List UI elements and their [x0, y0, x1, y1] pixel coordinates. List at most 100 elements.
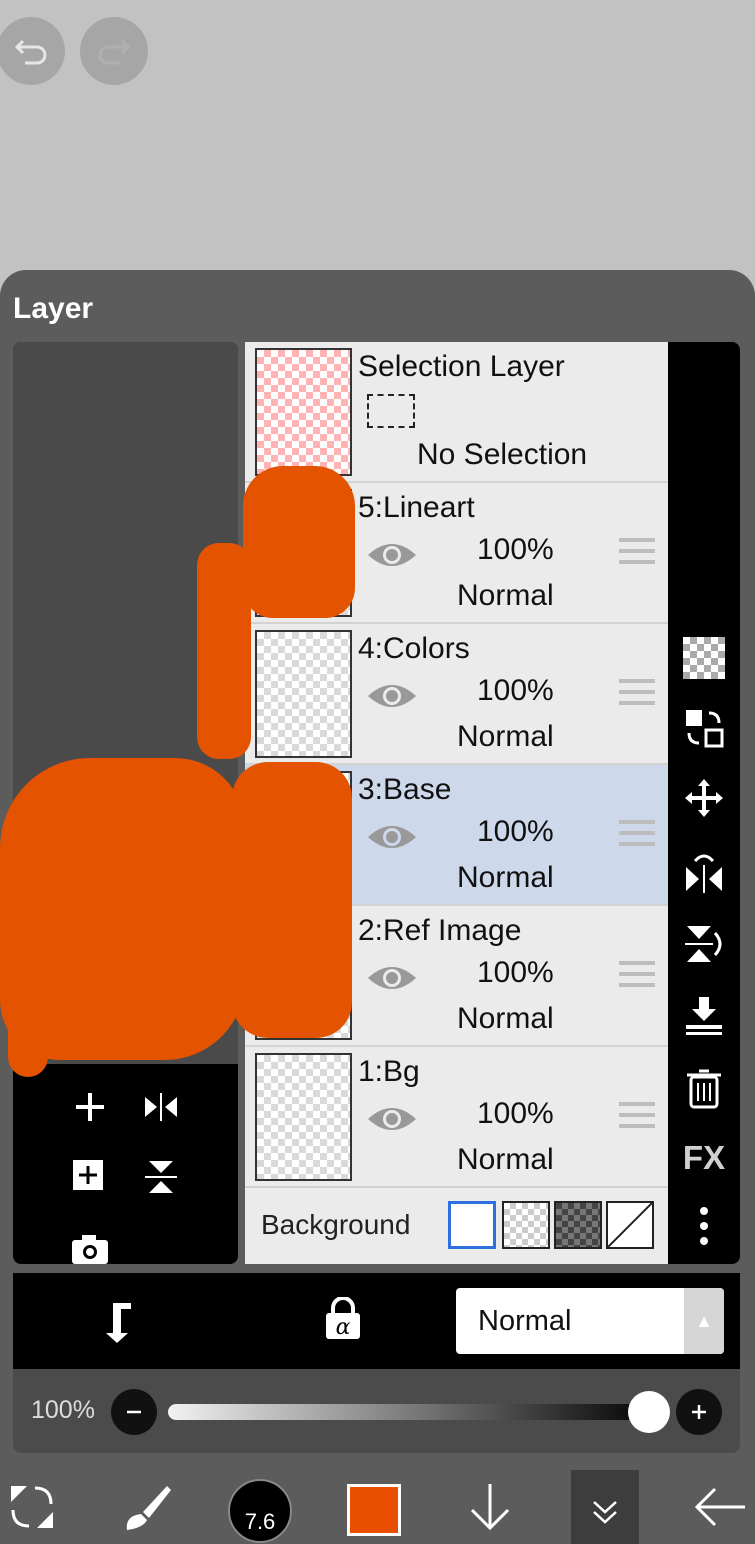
drag-handle-icon[interactable] [619, 538, 655, 570]
flip-layer-vertical-button[interactable] [680, 920, 728, 968]
layer-blend-mode: Normal [457, 1002, 554, 1035]
flip-horizontal-button[interactable] [136, 1082, 186, 1132]
flip-layer-horizontal-button[interactable] [680, 848, 728, 896]
opacity-decrease-button[interactable] [111, 1389, 157, 1435]
layer-row[interactable]: 4:Colors 100% Normal [245, 624, 668, 765]
eye-icon[interactable] [365, 1099, 419, 1139]
color-button[interactable] [347, 1484, 401, 1536]
background-checker-dark-swatch[interactable] [554, 1201, 602, 1249]
selection-layer-thumbnail [255, 348, 352, 476]
selection-layer-name: Selection Layer [358, 350, 565, 383]
layer-name: 3:Base [358, 773, 452, 806]
more-button[interactable] [680, 1202, 728, 1250]
checkerboard-icon [683, 637, 725, 679]
preview-tools [13, 1064, 238, 1264]
svg-text:α: α [336, 1315, 351, 1340]
transparency-button[interactable] [680, 634, 728, 682]
opacity-slider-track[interactable] [168, 1404, 658, 1420]
brush-size-value: 7.6 [244, 1509, 276, 1534]
add-box-icon [73, 1160, 103, 1190]
drag-handle-icon[interactable] [619, 961, 655, 993]
eye-icon[interactable] [365, 535, 419, 575]
back-button[interactable] [690, 1470, 750, 1544]
swap-icon [686, 710, 724, 748]
clipping-arrow-icon [106, 1303, 131, 1343]
paint-overlay [8, 1005, 48, 1077]
eye-icon[interactable] [365, 817, 419, 857]
blend-mode-bar: α Normal ▲ [13, 1273, 740, 1369]
background-none-swatch[interactable] [606, 1201, 654, 1249]
flip-horizontal-icon [145, 1093, 177, 1121]
triangle-up-icon: ▲ [684, 1288, 724, 1354]
selection-status: No Selection [417, 438, 588, 471]
flip-horizontal-icon [686, 854, 722, 893]
flip-vertical-icon [685, 926, 722, 962]
opacity-label: 100% [31, 1396, 95, 1424]
expand-button[interactable] [571, 1470, 639, 1544]
undo-icon [14, 39, 47, 65]
layer-opacity: 100% [477, 1097, 554, 1130]
double-chevron-down-icon [593, 1501, 617, 1524]
add-image-layer-button[interactable] [65, 1152, 115, 1202]
redo-button[interactable] [80, 17, 148, 85]
selection-tool-button[interactable] [4, 1470, 60, 1544]
layer-opacity: 100% [477, 674, 554, 707]
eye-icon[interactable] [365, 676, 419, 716]
blend-mode-value: Normal [478, 1305, 572, 1337]
layer-opacity: 100% [477, 533, 554, 566]
move-button[interactable] [680, 774, 728, 822]
camera-button[interactable] [65, 1224, 115, 1264]
merge-down-button[interactable] [680, 992, 728, 1040]
eye-icon[interactable] [365, 958, 419, 998]
undo-button[interactable] [0, 17, 65, 85]
layer-down-button[interactable] [462, 1470, 518, 1544]
panel-title: Layer [13, 292, 94, 325]
arrow-left-icon [694, 1487, 745, 1527]
delete-layer-button[interactable] [680, 1064, 728, 1112]
side-toolbar: FX [668, 342, 740, 1264]
flip-vertical-icon [145, 1161, 177, 1193]
layer-thumbnail [255, 630, 352, 758]
selection-layer-row[interactable]: Selection Layer No Selection [245, 342, 668, 483]
trash-icon [687, 1069, 721, 1109]
clipping-button[interactable] [101, 1299, 145, 1348]
brush-icon [126, 1486, 171, 1530]
drag-handle-icon[interactable] [619, 820, 655, 852]
opacity-bar: 100% [13, 1369, 740, 1453]
layer-thumbnail [255, 1053, 352, 1181]
layer-blend-mode: Normal [457, 1143, 554, 1176]
drag-handle-icon[interactable] [619, 679, 655, 711]
layer-name: 2:Ref Image [358, 914, 522, 947]
background-white-swatch[interactable] [448, 1201, 496, 1249]
layer-blend-mode: Normal [457, 861, 554, 894]
plus-icon [692, 1405, 706, 1419]
move-icon [685, 779, 723, 817]
flip-vertical-button[interactable] [136, 1152, 186, 1202]
paint-overlay [243, 466, 355, 618]
alpha-lock-button[interactable]: α [323, 1296, 363, 1346]
brush-size-button[interactable]: 7.6 [228, 1479, 292, 1543]
add-layer-button[interactable] [65, 1082, 115, 1132]
camera-icon [72, 1235, 108, 1264]
paint-overlay [232, 762, 352, 1038]
layer-name: 5:Lineart [358, 491, 475, 524]
arrow-down-icon [470, 1484, 510, 1531]
layer-name: 4:Colors [358, 632, 470, 665]
transform-icon [11, 1486, 53, 1528]
brush-tool-button[interactable] [118, 1470, 174, 1544]
paint-overlay [197, 543, 251, 759]
opacity-slider-knob[interactable] [628, 1391, 670, 1433]
merge-down-icon [686, 997, 722, 1035]
background-row: Background [245, 1187, 668, 1264]
layer-opacity: 100% [477, 815, 554, 848]
opacity-increase-button[interactable] [676, 1389, 722, 1435]
swap-layer-button[interactable] [680, 704, 728, 752]
redo-icon [98, 39, 131, 65]
fx-button[interactable]: FX [680, 1134, 728, 1182]
layer-row[interactable]: 1:Bg 100% Normal [245, 1047, 668, 1188]
blend-mode-select[interactable]: Normal ▲ [456, 1288, 724, 1354]
minus-icon [127, 1410, 141, 1414]
background-checker-light-swatch[interactable] [502, 1201, 550, 1249]
alpha-lock-icon: α [326, 1296, 360, 1340]
drag-handle-icon[interactable] [619, 1102, 655, 1134]
